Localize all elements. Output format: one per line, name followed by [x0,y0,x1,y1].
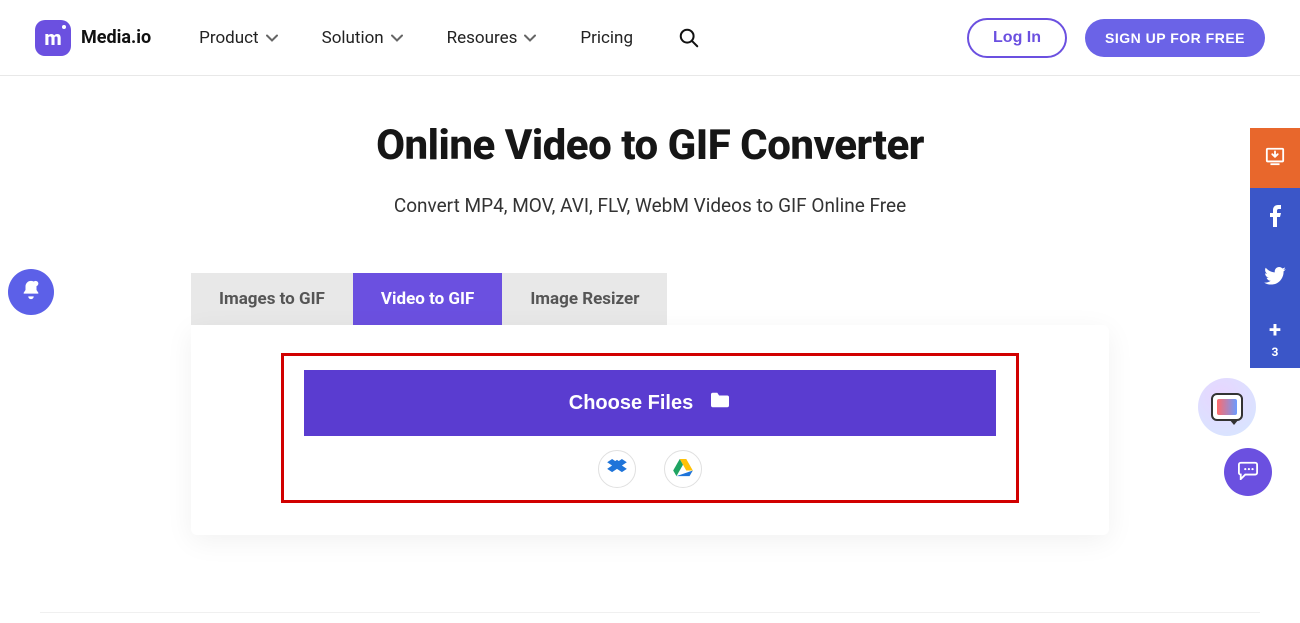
primary-nav: Product Solution Resoures Pricing [199,28,633,48]
facebook-share-button[interactable] [1250,188,1300,248]
highlight-box: Choose Files [281,353,1019,503]
notifications-button[interactable] [8,269,54,315]
google-drive-icon [673,459,693,480]
chevron-down-icon [266,32,278,44]
feedback-icon [1211,393,1243,421]
nav-pricing-label: Pricing [580,28,633,48]
dropbox-icon [607,459,627,480]
facebook-icon [1269,205,1281,231]
footer-divider [40,612,1260,613]
brand-name: Media.io [81,27,151,48]
twitter-icon [1264,267,1286,289]
chevron-down-icon [524,32,536,44]
bell-icon [20,279,42,305]
logo-icon: m [35,20,71,56]
tabs: Images to GIF Video to GIF Image Resizer [191,273,1109,325]
chat-button[interactable] [1224,448,1272,496]
chat-icon [1237,460,1259,484]
download-button[interactable] [1250,128,1300,188]
tab-video-to-gif[interactable]: Video to GIF [353,273,502,325]
google-drive-button[interactable] [664,450,702,488]
download-icon [1264,146,1286,170]
page-subtitle: Convert MP4, MOV, AVI, FLV, WebM Videos … [0,194,1300,217]
search-icon[interactable] [677,26,701,50]
folder-icon [709,391,731,415]
share-count: 3 [1272,345,1279,359]
cloud-sources [304,450,996,488]
upload-panel: Choose Files [191,325,1109,535]
choose-files-label: Choose Files [569,392,693,415]
nav-solution-label: Solution [322,28,384,48]
plus-icon: + [1269,318,1281,343]
nav-resources-label: Resoures [447,28,518,48]
nav-resources[interactable]: Resoures [447,28,537,48]
choose-files-button[interactable]: Choose Files [304,370,996,436]
nav-solution[interactable]: Solution [322,28,403,48]
tool-panel: Images to GIF Video to GIF Image Resizer… [191,273,1109,535]
dropbox-button[interactable] [598,450,636,488]
logo[interactable]: m Media.io [35,20,151,56]
signup-button[interactable]: SIGN UP FOR FREE [1085,19,1265,57]
chevron-down-icon [391,32,403,44]
nav-pricing[interactable]: Pricing [580,28,633,48]
nav-product-label: Product [199,28,258,48]
feedback-button[interactable] [1198,378,1256,436]
tab-images-to-gif[interactable]: Images to GIF [191,273,353,325]
main: Online Video to GIF Converter Convert MP… [0,76,1300,535]
twitter-share-button[interactable] [1250,248,1300,308]
share-rail: + 3 [1250,128,1300,368]
nav-product[interactable]: Product [199,28,277,48]
header: m Media.io Product Solution Resoures Pri… [0,0,1300,76]
more-share-button[interactable]: + 3 [1250,308,1300,368]
tab-image-resizer[interactable]: Image Resizer [502,273,667,325]
login-button[interactable]: Log In [967,18,1067,58]
page-title: Online Video to GIF Converter [0,121,1300,170]
